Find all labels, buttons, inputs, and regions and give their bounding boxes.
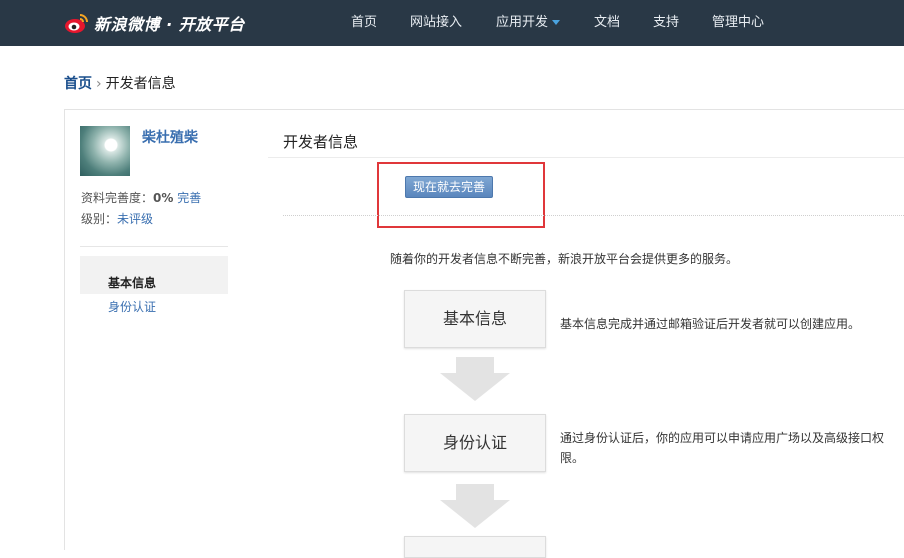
breadcrumb-home[interactable]: 首页	[64, 76, 92, 92]
nav-app-dev[interactable]: 应用开发	[496, 0, 561, 46]
nav-support[interactable]: 支持	[653, 0, 679, 46]
weibo-eye-icon	[65, 14, 88, 33]
logo-text: 新浪微博 · 开放平台	[94, 15, 245, 34]
intro-text: 随着你的开发者信息不断完善，新浪开放平台会提供更多的服务。	[390, 252, 739, 266]
title-divider	[268, 157, 904, 158]
page-title: 开发者信息	[283, 133, 359, 151]
breadcrumb-current: 开发者信息	[105, 76, 176, 92]
completeness-value: 0%	[153, 191, 174, 205]
step-identity-desc: 通过身份认证后，你的应用可以申请应用广场以及高级接口权 限。	[560, 428, 884, 468]
avatar[interactable]	[80, 126, 130, 176]
nav-app-dev-label: 应用开发	[496, 15, 549, 30]
weibo-logo[interactable]: 新浪微博 · 开放平台	[64, 11, 245, 35]
step-identity-desc-line2: 限。	[560, 451, 585, 465]
arrow-down-icon	[440, 484, 510, 528]
level-label: 级别：	[81, 212, 118, 226]
sidebar-item-basic-info[interactable]: 基本信息	[108, 274, 156, 291]
step-identity-desc-line1: 通过身份认证后，你的应用可以申请应用广场以及高级接口权	[560, 431, 885, 445]
profile-level: 级别：未评级	[81, 210, 153, 227]
top-nav-bar: 新浪微博 · 开放平台 首页 网站接入 应用开发 文档 支持 管理中心	[0, 0, 904, 46]
nav-management[interactable]: 管理中心	[712, 0, 764, 46]
breadcrumb-separator: ›	[96, 76, 102, 92]
breadcrumb: 首页 › 开发者信息	[64, 73, 176, 93]
highlight-box	[377, 162, 545, 228]
caret-down-icon	[552, 20, 561, 25]
step-next-box[interactable]	[404, 536, 546, 558]
sidebar-divider	[80, 246, 228, 247]
dotted-divider	[283, 215, 904, 216]
nav-docs[interactable]: 文档	[594, 0, 620, 46]
step-basic-info[interactable]: 基本信息	[404, 290, 546, 348]
nav-site-access[interactable]: 网站接入	[410, 0, 462, 46]
profile-completeness: 资料完善度：0% 完善	[81, 189, 201, 206]
username[interactable]: 柴杜殖柴	[142, 127, 198, 147]
completeness-label: 资料完善度：	[81, 191, 154, 205]
complete-link[interactable]: 完善	[177, 191, 201, 205]
arrow-down-icon	[440, 357, 510, 401]
step-basic-info-desc: 基本信息完成并通过邮箱验证后开发者就可以创建应用。	[560, 317, 861, 331]
level-value[interactable]: 未评级	[117, 212, 153, 226]
sidebar-item-identity[interactable]: 身份认证	[108, 298, 156, 315]
step-identity[interactable]: 身份认证	[404, 414, 546, 472]
nav-home[interactable]: 首页	[351, 0, 377, 46]
